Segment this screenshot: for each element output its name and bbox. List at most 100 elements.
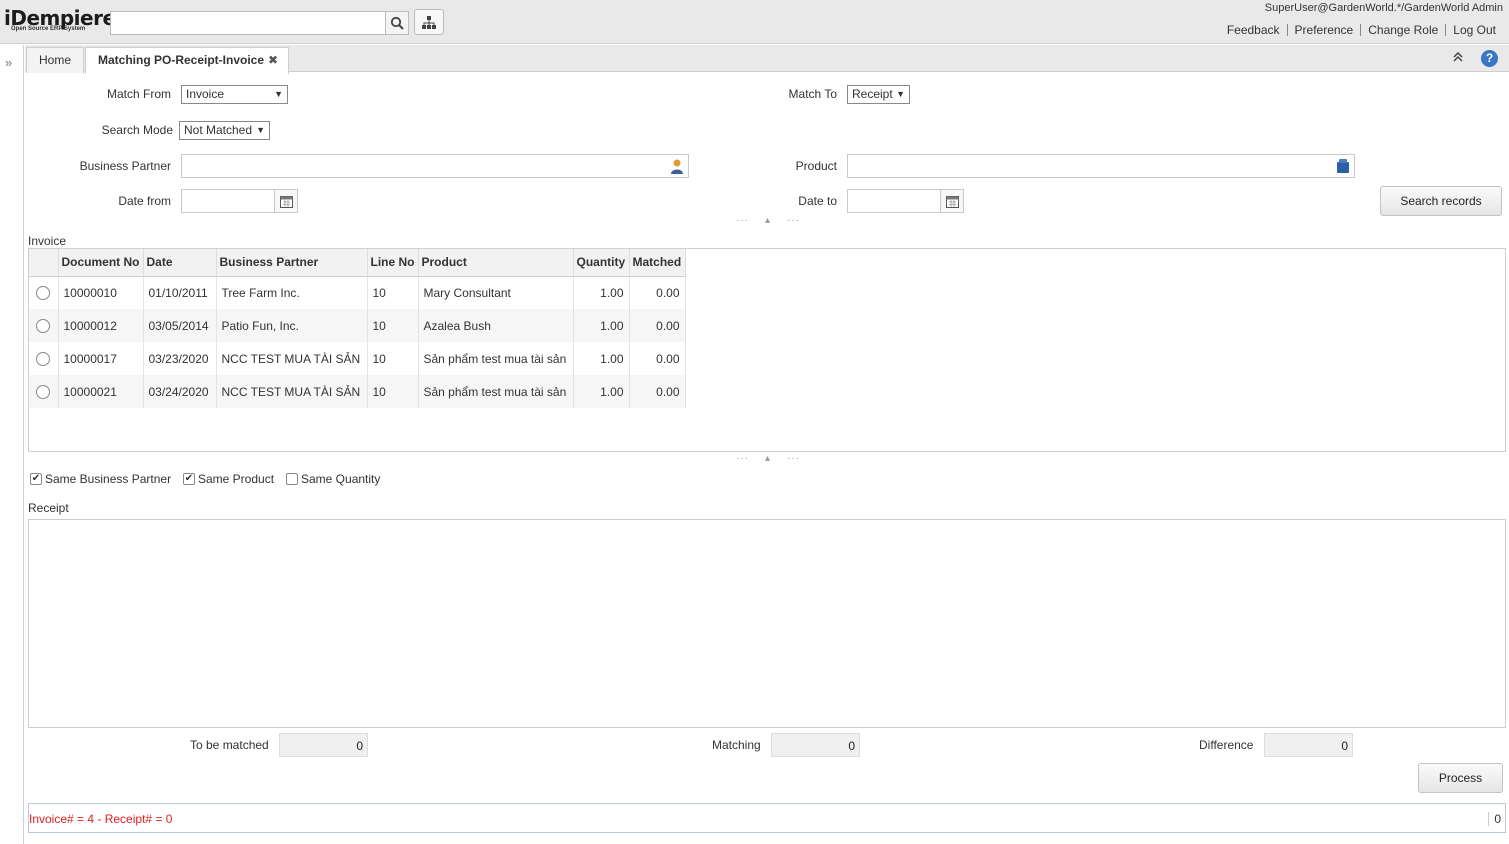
cell-date: 03/23/2020 bbox=[143, 342, 217, 375]
status-bar: Invoice# = 4 - Receipt# = 0 0 bbox=[28, 803, 1506, 833]
global-search-input[interactable] bbox=[110, 11, 386, 35]
change-role-link[interactable]: Change Role bbox=[1361, 23, 1445, 37]
cell-business-partner: NCC TEST MUA TÀI SẢN bbox=[216, 342, 368, 375]
same-bp-checkbox[interactable]: ✔ Same Business Partner bbox=[30, 472, 171, 486]
same-bp-label: Same Business Partner bbox=[45, 472, 172, 486]
feedback-link[interactable]: Feedback bbox=[1220, 23, 1287, 37]
search-button[interactable] bbox=[385, 11, 409, 35]
checkbox-box[interactable]: ✔ bbox=[30, 473, 42, 485]
invoice-section-title: Invoice bbox=[28, 234, 67, 248]
tab-home-label: Home bbox=[39, 53, 72, 67]
same-product-checkbox[interactable]: ✔ Same Product bbox=[183, 472, 274, 486]
cell-line-no: 10 bbox=[367, 375, 419, 408]
cell-business-partner: Patio Fun, Inc. bbox=[216, 309, 368, 342]
calendar-icon bbox=[279, 195, 293, 208]
col-header-date[interactable]: Date bbox=[143, 249, 217, 277]
row-select-radio[interactable] bbox=[36, 384, 51, 399]
cell-line-no: 10 bbox=[367, 342, 419, 375]
date-from-input[interactable] bbox=[181, 189, 275, 213]
table-row[interactable]: 10000017 03/23/2020 NCC TEST MUA TÀI SẢN… bbox=[29, 342, 686, 375]
side-panel: » bbox=[0, 45, 24, 844]
match-from-select[interactable]: Invoice ▼ bbox=[181, 85, 288, 104]
same-quantity-checkbox[interactable]: Same Quantity bbox=[286, 472, 380, 486]
splitter-handle[interactable]: ··· ▴ ··· bbox=[728, 215, 808, 226]
col-header-product[interactable]: Product bbox=[418, 249, 574, 277]
help-icon[interactable]: ? bbox=[1481, 50, 1498, 67]
search-mode-label: Search Mode bbox=[101, 123, 173, 137]
cell-matched: 0.00 bbox=[629, 342, 686, 375]
search-records-button[interactable]: Search records bbox=[1380, 186, 1502, 216]
invoice-grid[interactable]: Document No Date Business Partner Line N… bbox=[28, 248, 1506, 452]
cell-document-no: 10000017 bbox=[58, 342, 144, 375]
checkbox-box[interactable] bbox=[286, 473, 298, 485]
splitter-handle[interactable]: ··· ▴ ··· bbox=[728, 453, 808, 464]
same-product-label: Same Product bbox=[198, 472, 275, 486]
status-count: 0 bbox=[1488, 812, 1501, 826]
col-header-line-no[interactable]: Line No bbox=[367, 249, 419, 277]
tab-bar: Home Matching PO-Receipt-Invoice ✖ ? bbox=[25, 45, 1509, 74]
col-header-document-no[interactable]: Document No bbox=[58, 249, 144, 277]
cell-product: Mary Consultant bbox=[418, 276, 574, 309]
cell-document-no: 10000021 bbox=[58, 375, 144, 408]
date-from-calendar-button[interactable] bbox=[274, 189, 298, 213]
logout-link[interactable]: Log Out bbox=[1446, 23, 1503, 37]
col-header-quantity[interactable]: Quantity bbox=[573, 249, 630, 277]
row-select-radio[interactable] bbox=[36, 318, 51, 333]
row-select-cell bbox=[29, 342, 59, 375]
row-select-cell bbox=[29, 276, 59, 309]
date-to-calendar-button[interactable] bbox=[940, 189, 964, 213]
cell-quantity: 1.00 bbox=[573, 375, 630, 408]
product-icon[interactable] bbox=[1335, 158, 1351, 174]
sitemap-button[interactable] bbox=[414, 9, 444, 35]
col-header-business-partner[interactable]: Business Partner bbox=[216, 249, 368, 277]
sitemap-icon bbox=[422, 15, 436, 29]
close-icon[interactable]: ✖ bbox=[268, 48, 278, 72]
dropdown-arrow-icon: ▼ bbox=[274, 89, 283, 99]
person-icon[interactable] bbox=[669, 158, 685, 174]
match-to-select[interactable]: Receipt ▼ bbox=[847, 85, 910, 104]
match-from-label: Match From bbox=[106, 87, 171, 101]
calendar-icon bbox=[945, 195, 959, 208]
collapse-header-icon[interactable] bbox=[1453, 51, 1463, 65]
col-header-matched[interactable]: Matched bbox=[629, 249, 686, 277]
bpartner-field[interactable] bbox=[181, 154, 689, 178]
preference-link[interactable]: Preference bbox=[1288, 23, 1361, 37]
cell-date: 03/05/2014 bbox=[143, 309, 217, 342]
to-be-matched-label: To be matched bbox=[190, 738, 269, 752]
match-to-value: Receipt bbox=[852, 87, 893, 101]
row-select-cell bbox=[29, 309, 59, 342]
cell-quantity: 1.00 bbox=[573, 309, 630, 342]
cell-matched: 0.00 bbox=[629, 309, 686, 342]
idempiere-logo[interactable]: iDempiere Open Source ERP System bbox=[4, 8, 116, 36]
difference-value: 0 bbox=[1264, 733, 1353, 757]
user-info[interactable]: SuperUser@GardenWorld.*/GardenWorld Admi… bbox=[1265, 2, 1503, 14]
search-mode-value: Not Matched bbox=[184, 123, 253, 137]
table-row[interactable]: 10000021 03/24/2020 NCC TEST MUA TÀI SẢN… bbox=[29, 375, 686, 408]
table-row[interactable]: 10000010 01/10/2011 Tree Farm Inc. 10 Ma… bbox=[29, 276, 686, 309]
date-from-label: Date from bbox=[118, 194, 171, 208]
tab-matching[interactable]: Matching PO-Receipt-Invoice ✖ bbox=[85, 47, 289, 74]
expand-panel-icon[interactable]: » bbox=[5, 55, 12, 70]
row-select-radio[interactable] bbox=[36, 286, 51, 301]
cell-document-no: 10000010 bbox=[58, 276, 144, 309]
receipt-grid[interactable] bbox=[28, 519, 1506, 728]
dropdown-arrow-icon: ▼ bbox=[256, 125, 265, 135]
product-field[interactable] bbox=[847, 154, 1355, 178]
top-links: Feedback Preference Change Role Log Out bbox=[1220, 23, 1503, 37]
search-mode-select[interactable]: Not Matched ▼ bbox=[179, 121, 270, 140]
checkbox-box[interactable]: ✔ bbox=[183, 473, 195, 485]
search-icon bbox=[390, 16, 404, 30]
difference-label: Difference bbox=[1199, 738, 1254, 752]
process-button[interactable]: Process bbox=[1418, 763, 1503, 793]
bpartner-label: Business Partner bbox=[79, 159, 171, 173]
same-quantity-label: Same Quantity bbox=[301, 472, 381, 486]
cell-business-partner: Tree Farm Inc. bbox=[216, 276, 368, 309]
tab-home[interactable]: Home bbox=[26, 47, 84, 73]
cell-document-no: 10000012 bbox=[58, 309, 144, 342]
receipt-section-title: Receipt bbox=[28, 501, 69, 515]
date-to-input[interactable] bbox=[847, 189, 941, 213]
cell-matched: 0.00 bbox=[629, 276, 686, 309]
row-select-radio[interactable] bbox=[36, 351, 51, 366]
table-row[interactable]: 10000012 03/05/2014 Patio Fun, Inc. 10 A… bbox=[29, 309, 686, 342]
row-select-cell bbox=[29, 375, 59, 408]
